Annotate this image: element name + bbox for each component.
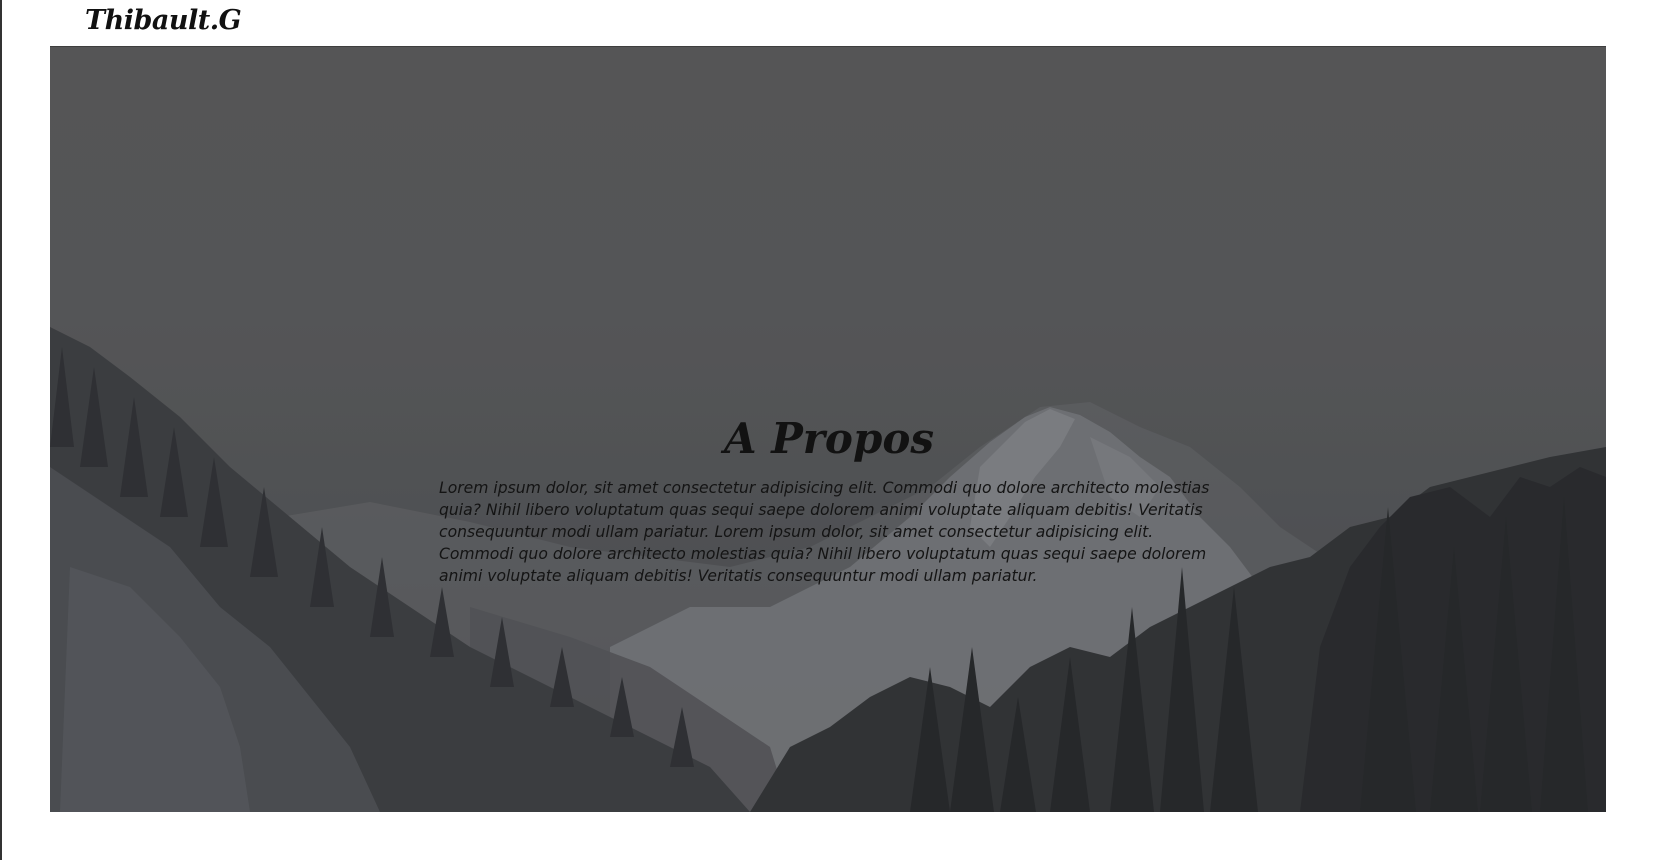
about-paragraph: Lorem ipsum dolor, sit amet consectetur … (439, 479, 1210, 585)
page-left-border (0, 0, 2, 860)
about-title: A Propos (724, 414, 934, 463)
about-content: A Propos Lorem ipsum dolor, sit amet con… (439, 409, 1219, 587)
site-logo[interactable]: Thibault.G (85, 2, 242, 40)
about-hero-section: A Propos Lorem ipsum dolor, sit amet con… (50, 47, 1606, 812)
